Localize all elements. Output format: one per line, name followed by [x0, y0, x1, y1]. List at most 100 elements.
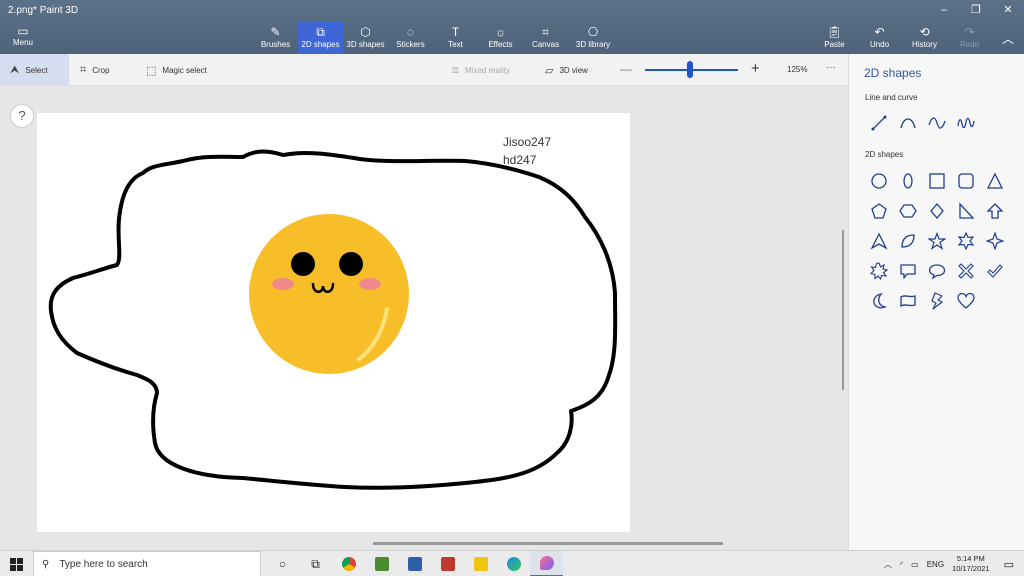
panel-title: 2D shapes [864, 66, 922, 80]
line-shape-icon[interactable] [864, 108, 893, 138]
wave-curve-shape-icon[interactable] [951, 108, 980, 138]
banner-shape-icon[interactable] [893, 286, 922, 316]
star6-shape-icon[interactable] [951, 226, 980, 256]
heart-shape-icon[interactable] [951, 286, 980, 316]
close-button[interactable]: ✕ [992, 0, 1024, 20]
zoom-in-button[interactable]: + [751, 60, 760, 77]
3d-shapes-icon: ⬡ [360, 25, 371, 39]
crop-label: Crop [92, 65, 110, 75]
3d-library-icon: ⎔ [587, 25, 599, 39]
hexagon-shape-icon[interactable] [893, 196, 922, 226]
circle-shape-icon[interactable] [864, 166, 893, 196]
pentagon-shape-icon[interactable] [864, 196, 893, 226]
redo-button[interactable]: ↷ Redo [947, 22, 992, 54]
square-shape-icon[interactable] [922, 166, 951, 196]
arrow-up-shape-icon[interactable] [980, 196, 1009, 226]
select-button[interactable]: ⮝ Select [0, 54, 69, 86]
cursor-icon: ⮝ [10, 63, 20, 76]
triangle-shape-icon[interactable] [980, 166, 1009, 196]
check-mark-shape-icon[interactable] [980, 256, 1009, 286]
chrome-icon[interactable] [332, 551, 365, 576]
canvas-text-line-1[interactable]: Jisoo247 [503, 135, 551, 149]
oval-bubble-shape-icon[interactable] [922, 256, 951, 286]
s-curve-shape-icon[interactable] [922, 108, 951, 138]
edge-icon[interactable] [497, 551, 530, 576]
tool-label: Undo [869, 40, 890, 49]
vertical-scrollbar[interactable] [842, 230, 844, 390]
leaf-shape-icon[interactable] [893, 226, 922, 256]
effects-icon: ☼ [495, 25, 506, 39]
paste-button[interactable]: 📋︎ Paste [812, 22, 857, 54]
tool-canvas[interactable]: ⌗ Canvas [523, 22, 568, 54]
ellipse-shape-icon[interactable] [893, 166, 922, 196]
language-indicator[interactable]: ENG [927, 560, 944, 569]
maximize-button[interactable]: ❐ [960, 0, 992, 20]
3d-view-icon: ▱ [545, 64, 554, 77]
diamond-shape-icon[interactable] [922, 196, 951, 226]
cortana-icon[interactable]: ○ [266, 551, 299, 576]
3d-view-button[interactable]: ▱ 3D view [545, 54, 588, 86]
magic-select-button[interactable]: ⬚ Magic select [146, 54, 207, 86]
menu-button[interactable]: ▭ Menu [6, 24, 40, 52]
crop-icon: ⌗ [80, 63, 87, 76]
ribbon-right-tools: 📋︎ Paste ↶ Undo ⟲ History ↷ Redo [812, 22, 992, 54]
tool-3d-library[interactable]: ⎔ 3D library [568, 22, 618, 54]
paint-3d-icon[interactable] [530, 551, 563, 576]
notification-icon[interactable]: ▭ [1004, 558, 1014, 571]
tool-effects[interactable]: ☼ Effects [478, 22, 523, 54]
canvas-text-line-2[interactable]: hd247 [503, 153, 536, 167]
horizontal-scrollbar[interactable] [373, 542, 723, 545]
tool-brushes[interactable]: ✎ Brushes [253, 22, 298, 54]
rounded-square-shape-icon[interactable] [951, 166, 980, 196]
lightning-shape-icon[interactable] [922, 286, 951, 316]
minecraft-icon[interactable] [365, 551, 398, 576]
zoom-out-button[interactable]: — [620, 62, 632, 76]
moon-shape-icon[interactable] [864, 286, 893, 316]
section-label-2d-shapes: 2D shapes [865, 150, 904, 159]
x-mark-shape-icon[interactable] [951, 256, 980, 286]
speech-bubble-shape-icon[interactable] [893, 256, 922, 286]
history-button[interactable]: ⟲ History [902, 22, 947, 54]
chevron-up-icon[interactable]: ︿ [884, 559, 892, 570]
left-blush [272, 278, 294, 290]
canvas-drawing [48, 149, 618, 490]
chevron-up-icon[interactable]: ︿ [1002, 30, 1014, 47]
wifi-icon[interactable]: ◜ [900, 560, 903, 569]
section-label-line-curve: Line and curve [865, 93, 918, 102]
tool-stickers[interactable]: ◌ Stickers [388, 22, 433, 54]
curve-shape-icon[interactable] [893, 108, 922, 138]
star5-shape-icon[interactable] [922, 226, 951, 256]
2d-shapes-icon: ⧉ [316, 25, 325, 39]
right-triangle-shape-icon[interactable] [951, 196, 980, 226]
undo-button[interactable]: ↶ Undo [857, 22, 902, 54]
battery-icon[interactable]: ▭ [911, 560, 919, 569]
game-app-icon[interactable] [431, 551, 464, 576]
minimize-button[interactable]: – [928, 0, 960, 20]
select-label: Select [25, 65, 48, 75]
drawing-canvas[interactable]: Jisoo247 hd247 [37, 113, 630, 532]
help-button[interactable]: ? [10, 104, 34, 128]
file-explorer-icon[interactable] [464, 551, 497, 576]
crop-button[interactable]: ⌗ Crop [80, 54, 110, 86]
clock[interactable]: 5:14 PM 10/17/2021 [952, 554, 990, 574]
burst-shape-icon[interactable] [864, 256, 893, 286]
mixed-reality-button[interactable]: ⧈ Mixed reality [452, 54, 510, 86]
zoom-slider-thumb[interactable] [686, 61, 693, 78]
tool-text[interactable]: T Text [433, 22, 478, 54]
curve-grid [864, 108, 980, 138]
more-options-button[interactable]: ··· [826, 62, 836, 73]
outline-triangle-shape-icon[interactable] [864, 226, 893, 256]
calculator-icon[interactable] [398, 551, 431, 576]
task-view-icon[interactable]: ⧉ [299, 551, 332, 576]
search-placeholder: Type here to search [59, 558, 148, 570]
start-button[interactable] [10, 558, 23, 576]
undo-icon: ↶ [874, 25, 885, 39]
tool-label: Redo [959, 40, 980, 49]
zoom-value: 125% [787, 65, 808, 74]
taskbar-search[interactable]: ⚲ Type here to search [33, 551, 261, 576]
tool-3d-shapes[interactable]: ⬡ 3D shapes [343, 22, 388, 54]
tool-label: Effects [488, 40, 513, 49]
tool-2d-shapes[interactable]: ⧉ 2D shapes [298, 22, 343, 54]
star4-shape-icon[interactable] [980, 226, 1009, 256]
history-icon: ⟲ [919, 25, 930, 39]
